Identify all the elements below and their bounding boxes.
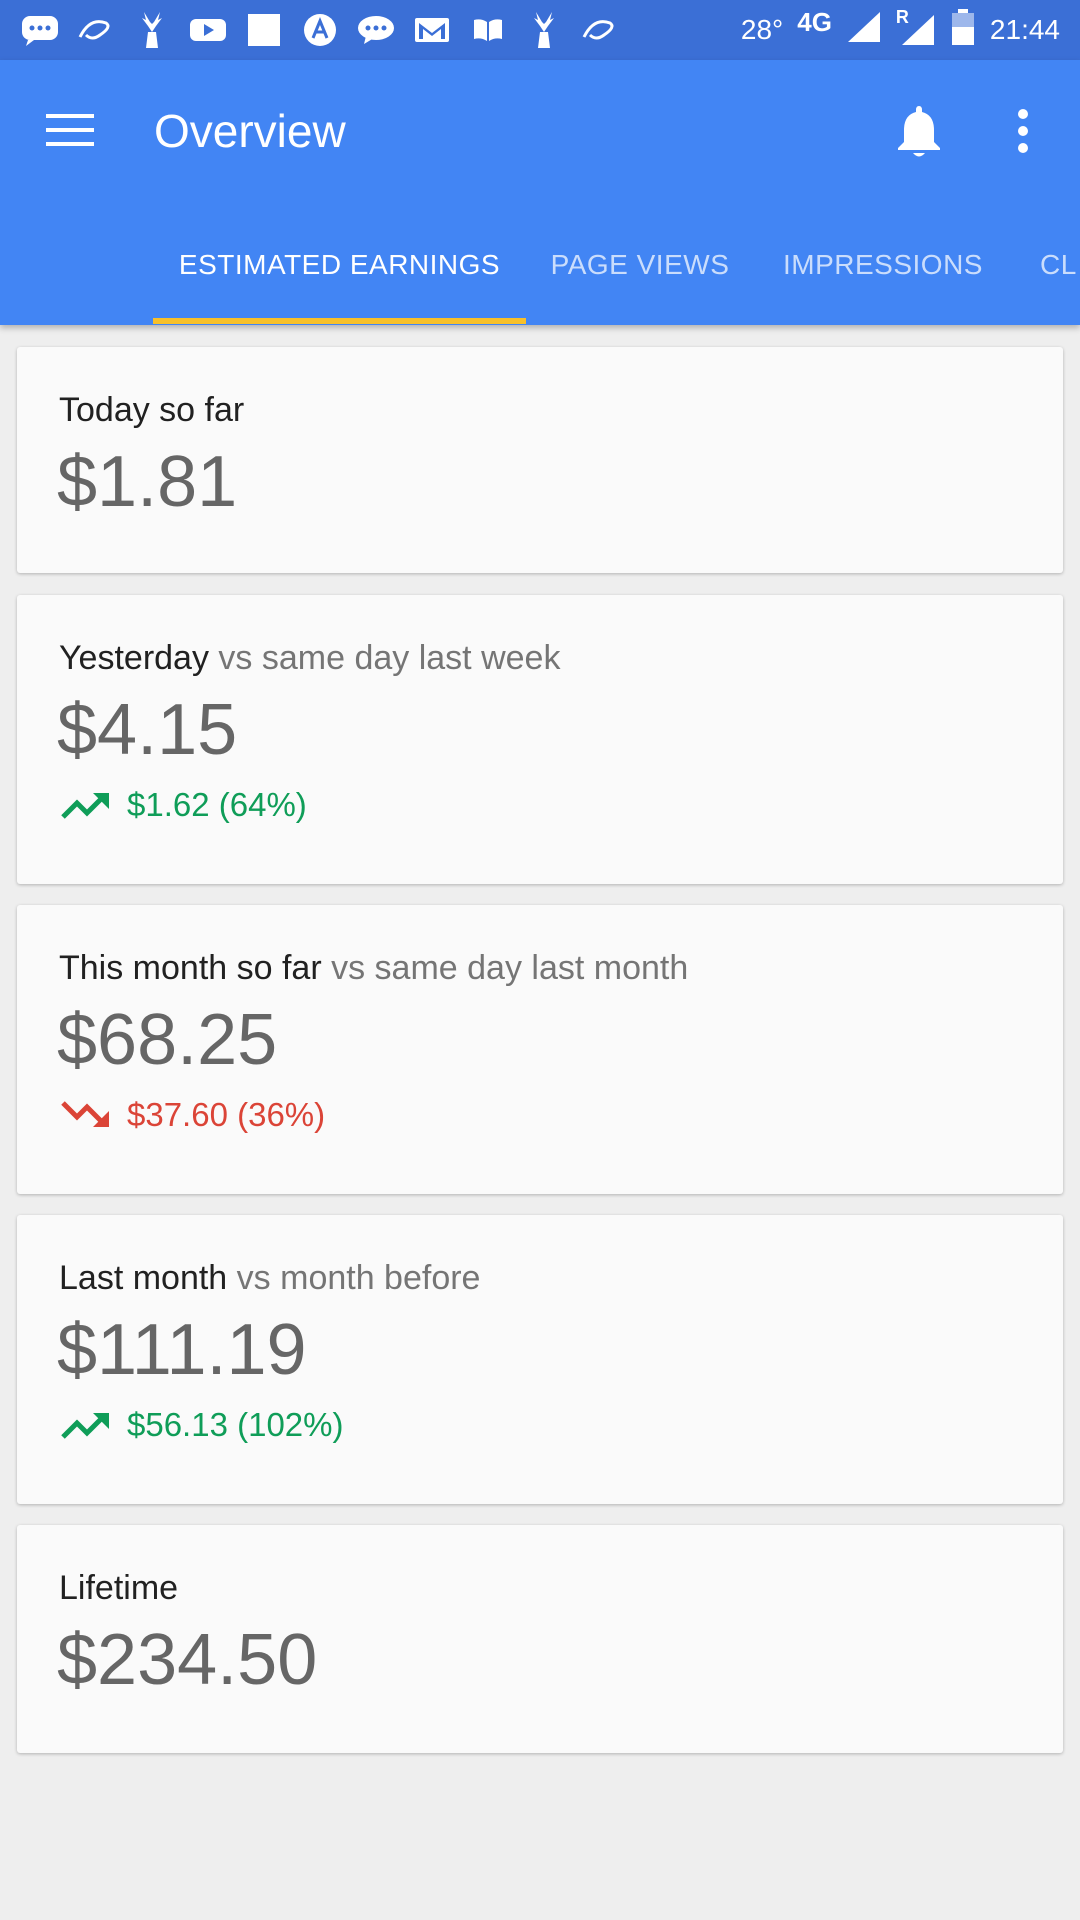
card-title: This month so far [59, 949, 322, 987]
card-title: Last month [59, 1259, 228, 1297]
messaging-icon [20, 10, 60, 50]
card-label: Today so far [59, 391, 244, 430]
temperature: 28° [740, 14, 784, 45]
notifications-button[interactable] [894, 102, 944, 158]
change-value: $1.62 (64%) [127, 786, 307, 823]
card-change: $37.60 (36%) [59, 1095, 325, 1135]
card-title: Lifetime [59, 1569, 179, 1607]
roaming-signal-icon: R [896, 7, 936, 47]
trending-up-icon [61, 1413, 109, 1439]
card-value: $111.19 [57, 1310, 307, 1390]
tab-page-views[interactable]: PAGE VIEWS [540, 205, 740, 325]
card-value: $68.25 [57, 1000, 278, 1080]
card-label: Yesterday vs same day last week [59, 639, 560, 678]
card-change: $56.13 (102%) [59, 1405, 343, 1445]
card-title: Yesterday [59, 639, 209, 677]
card-value: $234.50 [57, 1620, 318, 1700]
card-today[interactable]: Today so far $1.81 [17, 347, 1063, 573]
alibaba-icon [76, 10, 116, 50]
trending-up-icon [61, 793, 109, 819]
tab-clicks-partial[interactable]: CL [1040, 205, 1077, 325]
youtube-icon [188, 10, 228, 50]
clock: 21:44 [989, 14, 1060, 45]
deer-icon-2 [524, 10, 564, 50]
card-value: $1.81 [57, 442, 238, 522]
network-type: 4G [797, 6, 832, 37]
app-bar: Overview ESTIMATED EARNINGS PAGE VIEWS I… [0, 60, 1080, 325]
menu-button[interactable] [44, 110, 98, 150]
more-vert-icon [1018, 109, 1028, 153]
signal-icon [846, 10, 882, 51]
page-title: Overview [154, 105, 346, 157]
tab-impressions[interactable]: IMPRESSIONS [770, 205, 996, 325]
card-comparison: vs same day last month [331, 949, 689, 987]
trending-down-icon [61, 1101, 109, 1127]
alibaba-icon-2 [580, 10, 620, 50]
tab-bar: ESTIMATED EARNINGS PAGE VIEWS IMPRESSION… [0, 205, 1080, 325]
change-value: $37.60 (36%) [127, 1096, 326, 1133]
image-icon [244, 10, 284, 50]
change-value: $56.13 (102%) [127, 1406, 344, 1443]
card-label: Last month vs month before [59, 1259, 480, 1298]
gmail-icon [412, 10, 452, 50]
card-title: Today so far [59, 391, 245, 429]
chat-icon [356, 10, 396, 50]
card-change: $1.62 (64%) [59, 785, 307, 825]
tab-estimated-earnings[interactable]: ESTIMATED EARNINGS [153, 205, 526, 325]
battery-icon [950, 7, 976, 54]
tab-indicator [153, 318, 526, 324]
notification-icons [0, 10, 620, 50]
card-last-month[interactable]: Last month vs month before $111.19 $56.1… [17, 1215, 1063, 1504]
deer-icon [132, 10, 172, 50]
card-comparison: vs same day last week [218, 639, 561, 677]
more-options-button[interactable] [1012, 104, 1034, 160]
card-label: Lifetime [59, 1569, 178, 1608]
card-label: This month so far vs same day last month [59, 949, 688, 988]
card-comparison: vs month before [236, 1259, 481, 1297]
card-yesterday[interactable]: Yesterday vs same day last week $4.15 $1… [17, 595, 1063, 884]
hamburger-menu-icon [46, 114, 94, 146]
status-bar: 28° 4G R 21:44 [0, 0, 1080, 60]
app-a-icon [300, 10, 340, 50]
system-status: 28° 4G R 21:44 [741, 7, 1080, 54]
book-icon [468, 10, 508, 50]
card-lifetime[interactable]: Lifetime $234.50 [17, 1525, 1063, 1753]
card-this-month[interactable]: This month so far vs same day last month… [17, 905, 1063, 1194]
bell-icon [898, 106, 940, 157]
card-value: $4.15 [57, 690, 238, 770]
